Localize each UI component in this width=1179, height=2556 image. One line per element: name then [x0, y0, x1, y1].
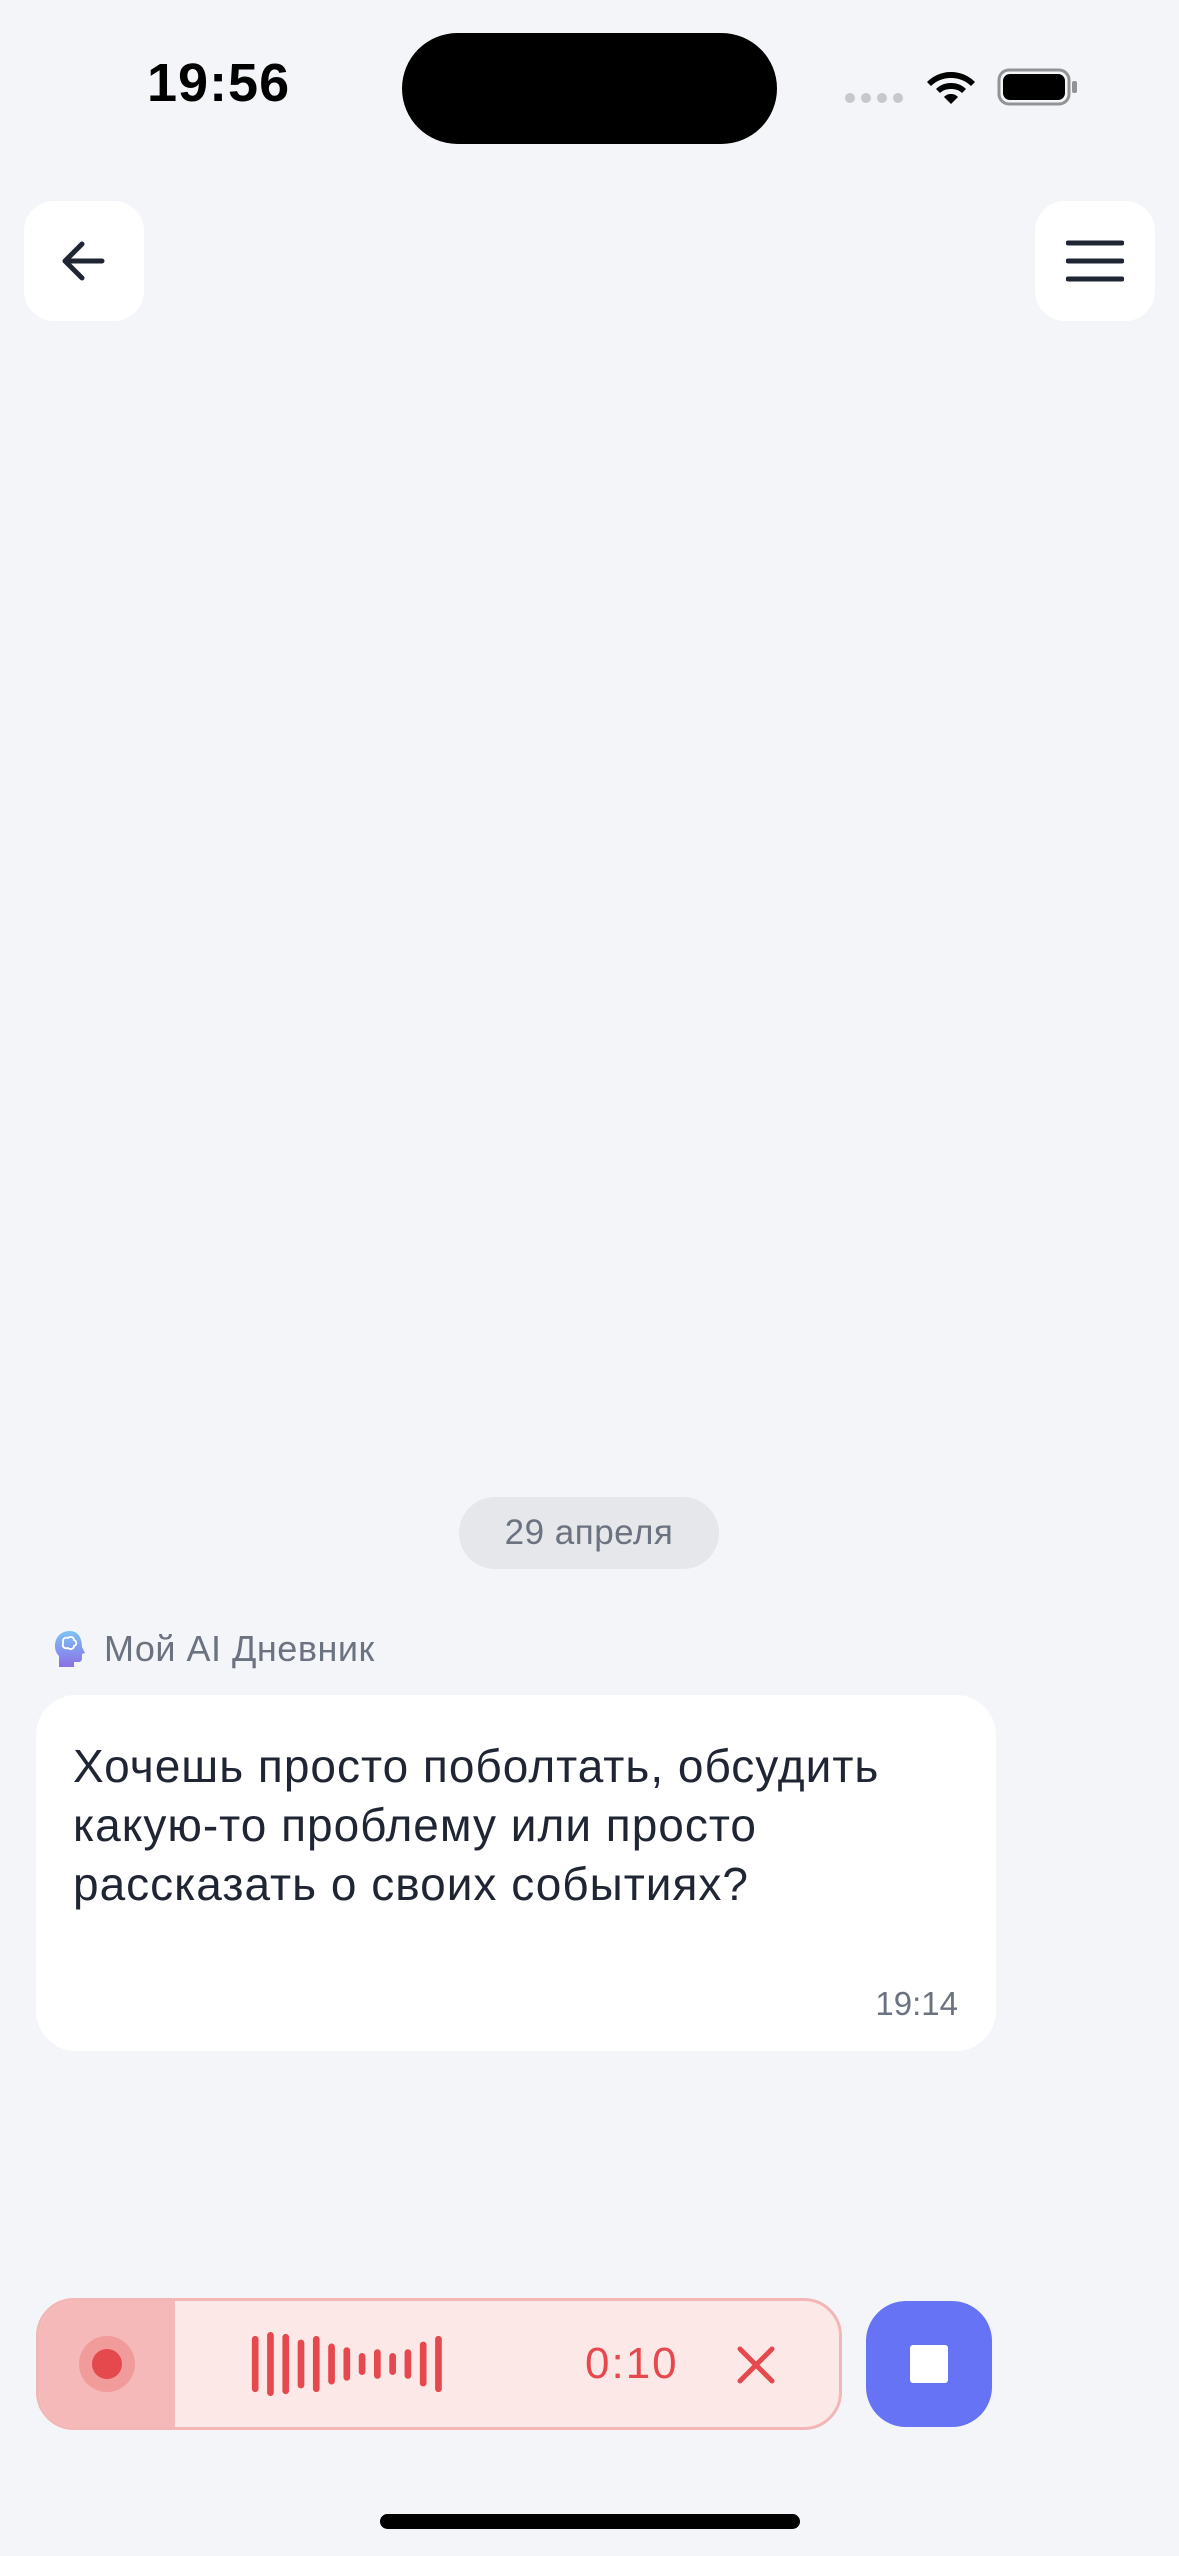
brain-avatar-icon: [55, 1631, 85, 1667]
cellular-signal-icon: [845, 93, 903, 103]
stop-recording-button[interactable]: [866, 2301, 992, 2427]
close-icon[interactable]: [734, 2343, 778, 2387]
message-text: Хочешь просто поболтать, обсудить какую-…: [73, 1740, 880, 1910]
recording-duration: 0:10: [585, 2339, 679, 2388]
message-sender: Мой AI Дневник: [52, 1628, 375, 1670]
recording-dot-icon: [79, 2336, 135, 2392]
stop-icon: [910, 2345, 948, 2383]
menu-button[interactable]: [1035, 201, 1155, 321]
status-bar-time: 19:56: [147, 53, 291, 113]
date-separator: 29 апреля: [459, 1497, 719, 1569]
battery-icon: [997, 68, 1077, 106]
hamburger-menu-icon: [1066, 240, 1124, 282]
voice-recorder-bar: 0:10: [36, 2298, 842, 2430]
wifi-icon: [927, 72, 975, 104]
message-bubble: Хочешь просто поболтать, обсудить какую-…: [36, 1695, 996, 2051]
dynamic-island: [402, 33, 777, 144]
recording-indicator: [39, 2301, 175, 2427]
home-indicator[interactable]: [380, 2514, 800, 2529]
arrow-left-icon: [62, 241, 105, 281]
back-button[interactable]: [24, 201, 144, 321]
sender-name: Мой AI Дневник: [104, 1628, 375, 1669]
waveform-icon: [251, 2332, 442, 2396]
message-time: 19:14: [875, 1985, 958, 2022]
